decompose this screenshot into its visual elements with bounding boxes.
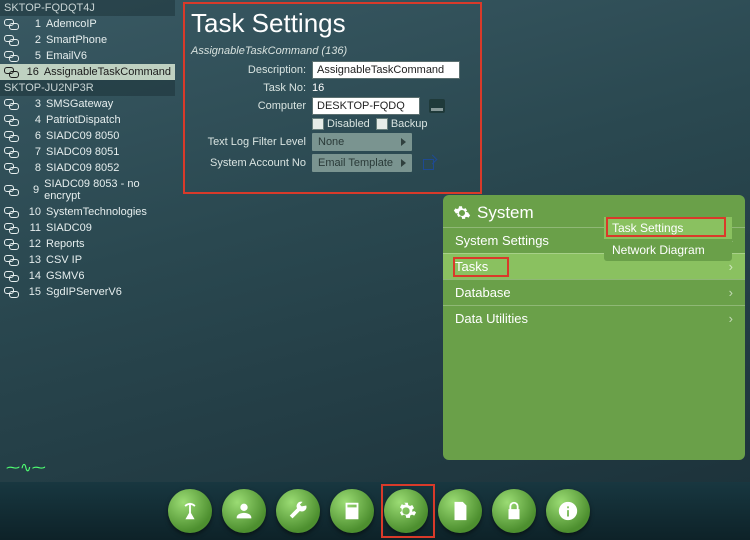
sidebar-item[interactable]: 2SmartPhone — [0, 32, 175, 48]
sidebar-item-label: CSV IP — [46, 254, 82, 266]
toolbar-user-button[interactable] — [222, 489, 266, 533]
sidebar-item-label: SIADC09 8050 — [46, 130, 119, 142]
sidebar-item[interactable]: 10SystemTechnologies — [0, 204, 175, 220]
sidebar-item-selected[interactable]: 16AssignableTaskCommand — [0, 64, 175, 80]
sidebar-group-header: SKTOP-FQDQT4J — [0, 0, 175, 16]
sidebar-item-label: SIADC09 8052 — [46, 162, 119, 174]
sidebar-item-label: SIADC09 8053 - no encrypt — [44, 178, 171, 202]
link-icon — [4, 255, 18, 265]
toolbar-lock-button[interactable] — [492, 489, 536, 533]
sidebar-item[interactable]: 9SIADC09 8053 - no encrypt — [0, 176, 175, 204]
menu-item-database[interactable]: Database› — [443, 279, 745, 305]
label-computer: Computer — [191, 100, 306, 112]
link-icon — [4, 287, 18, 297]
menu-item-data-utilities[interactable]: Data Utilities› — [443, 305, 745, 331]
link-icon — [4, 207, 18, 217]
browse-icon[interactable] — [429, 99, 445, 113]
panel-subtitle: AssignableTaskCommand (136) — [191, 45, 474, 57]
external-link-icon[interactable] — [422, 156, 436, 170]
link-icon — [4, 147, 18, 157]
link-icon — [4, 163, 18, 173]
link-icon — [4, 131, 18, 141]
sidebar-group-header: SKTOP-JU2NP3R — [0, 80, 175, 96]
sidebar-item-label: SystemTechnologies — [46, 206, 147, 218]
sidebar-item-label: SmartPhone — [46, 34, 107, 46]
sidebar-item[interactable]: 11SIADC09 — [0, 220, 175, 236]
chevron-right-icon — [401, 138, 406, 146]
toolbar-antenna-button[interactable] — [168, 489, 212, 533]
link-icon — [4, 185, 17, 195]
link-icon — [4, 99, 18, 109]
sidebar-item-label: SIADC09 — [46, 222, 92, 234]
submenu-item-network-diagram[interactable]: Network Diagram — [604, 239, 732, 261]
sidebar-item-label: SIADC09 8051 — [46, 146, 119, 158]
sidebar-item[interactable]: 4PatriotDispatch — [0, 112, 175, 128]
chevron-right-icon: › — [729, 259, 733, 274]
link-icon — [4, 239, 18, 249]
link-icon — [4, 67, 17, 77]
sidebar-item[interactable]: 13CSV IP — [0, 252, 175, 268]
link-icon — [4, 271, 18, 281]
sysacct-combo[interactable]: Email Template — [312, 154, 412, 172]
toolbar-document-button[interactable] — [438, 489, 482, 533]
sidebar-item[interactable]: 3SMSGateway — [0, 96, 175, 112]
link-icon — [4, 35, 18, 45]
link-icon — [4, 19, 18, 29]
label-taskno: Task No: — [191, 82, 306, 94]
chevron-right-icon: › — [729, 285, 733, 300]
sidebar-item[interactable]: 6SIADC09 8050 — [0, 128, 175, 144]
label-sysacct: System Account No — [191, 157, 306, 169]
label-description: Description: — [191, 64, 306, 76]
gear-icon — [453, 204, 471, 222]
link-icon — [4, 223, 18, 233]
computer-input[interactable] — [312, 97, 420, 115]
sidebar-item[interactable]: 8SIADC09 8052 — [0, 160, 175, 176]
toolbar-calculator-button[interactable] — [330, 489, 374, 533]
sidebar-item-label: SgdIPServerV6 — [46, 286, 122, 298]
sidebar-item-label: AssignableTaskCommand — [44, 66, 171, 78]
sidebar: SKTOP-FQDQT4J 1AdemcoIP 2SmartPhone 5Ema… — [0, 0, 175, 300]
chevron-right-icon — [401, 159, 406, 167]
sidebar-item-label: SMSGateway — [46, 98, 113, 110]
highlight-box — [381, 484, 435, 538]
taskno-value: 16 — [312, 82, 324, 94]
link-icon — [4, 115, 18, 125]
sidebar-item[interactable]: 15SgdIPServerV6 — [0, 284, 175, 300]
filter-combo[interactable]: None — [312, 133, 412, 151]
sidebar-item[interactable]: 5EmailV6 — [0, 48, 175, 64]
chevron-right-icon: › — [729, 311, 733, 326]
sidebar-item[interactable]: 12Reports — [0, 236, 175, 252]
disabled-checkbox[interactable]: Disabled — [312, 118, 370, 130]
heartbeat-icon: ⁓∿⁓ — [6, 459, 46, 476]
toolbar-wrench-button[interactable] — [276, 489, 320, 533]
sidebar-item[interactable]: 1AdemcoIP — [0, 16, 175, 32]
sidebar-item-label: Reports — [46, 238, 85, 250]
sidebar-item[interactable]: 14GSMV6 — [0, 268, 175, 284]
tasks-submenu: Task Settings Network Diagram — [604, 217, 732, 261]
toolbar-info-button[interactable] — [546, 489, 590, 533]
highlight-box — [453, 257, 509, 277]
task-settings-panel: Task Settings AssignableTaskCommand (136… — [185, 4, 480, 192]
main-toolbar — [0, 482, 750, 540]
panel-title: Task Settings — [191, 8, 474, 39]
system-menu-title: System — [477, 203, 534, 223]
link-icon — [4, 51, 18, 61]
highlight-box — [606, 217, 726, 237]
sidebar-item-label: AdemcoIP — [46, 18, 97, 30]
sidebar-item-label: PatriotDispatch — [46, 114, 121, 126]
sidebar-item-label: EmailV6 — [46, 50, 87, 62]
sidebar-item-label: GSMV6 — [46, 270, 85, 282]
description-input[interactable] — [312, 61, 460, 79]
label-filter: Text Log Filter Level — [191, 136, 306, 148]
sidebar-item[interactable]: 7SIADC09 8051 — [0, 144, 175, 160]
backup-checkbox[interactable]: Backup — [376, 118, 428, 130]
